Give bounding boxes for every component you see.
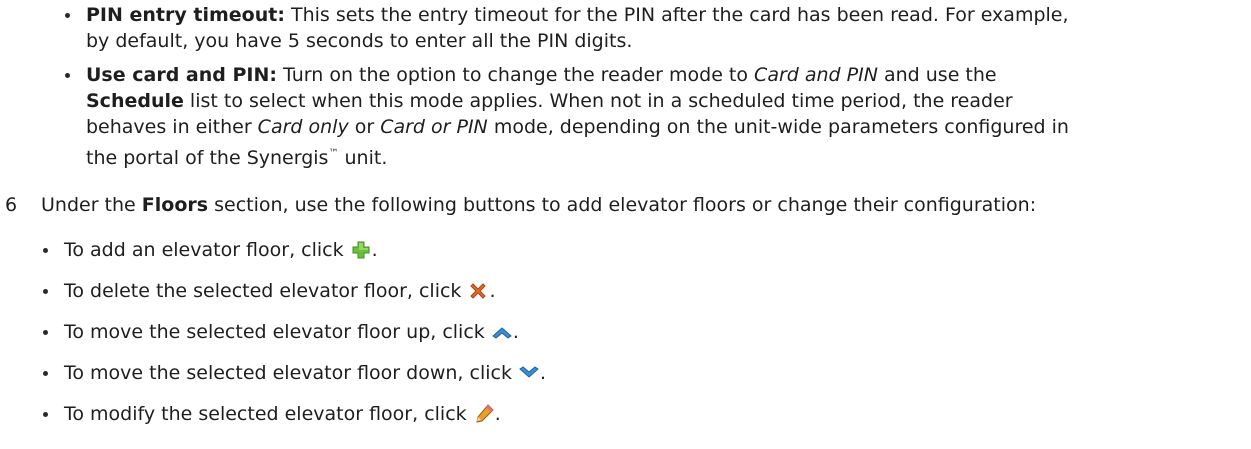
period: . xyxy=(512,321,519,343)
text-run: mode, depending on the unit-wide paramet… xyxy=(487,116,1069,138)
bullet-dot xyxy=(43,371,48,376)
bullet-dot xyxy=(43,412,48,417)
bullet-dot xyxy=(43,330,48,335)
list-item-move-up: To move the selected elevator floor up, … xyxy=(64,320,519,345)
move-down-icon[interactable] xyxy=(518,362,540,384)
trademark-symbol: ™ xyxy=(328,148,339,159)
list-item-text: To add an elevator floor, click xyxy=(64,239,350,261)
floors-label: Floors xyxy=(141,194,209,216)
bullet-dot xyxy=(65,73,70,78)
text-run: behaves in either xyxy=(86,116,258,138)
step-number: 6 xyxy=(5,194,18,216)
text-run: Turn on the option to change the reader … xyxy=(276,64,755,86)
pin-timeout-title: PIN entry timeout: xyxy=(86,4,285,26)
schedule-label: Schedule xyxy=(86,90,184,112)
use-card-pin-line-4: the portal of the Synergis™ unit. xyxy=(86,141,387,171)
pin-timeout-text: This sets the entry timeout for the PIN … xyxy=(284,4,1069,26)
bullet-dot xyxy=(43,248,48,253)
list-item-text: To delete the selected elevator floor, c… xyxy=(64,280,468,302)
bullet-dot xyxy=(43,289,48,294)
period: . xyxy=(494,403,501,425)
text-run: and use the xyxy=(877,64,997,86)
step-6-text: Under the Floors section, use the follow… xyxy=(41,193,1036,218)
pin-timeout-line-1: PIN entry timeout: This sets the entry t… xyxy=(86,3,1069,28)
mode-card-and-pin: Card and PIN xyxy=(754,64,878,86)
list-item-delete: To delete the selected elevator floor, c… xyxy=(64,279,496,304)
period: . xyxy=(371,239,378,261)
use-card-pin-line-2: Schedule list to select when this mode a… xyxy=(86,89,1013,114)
list-item-move-down: To move the selected elevator floor down… xyxy=(64,361,546,386)
use-card-pin-title: Use card and PIN: xyxy=(86,64,277,86)
edit-icon[interactable] xyxy=(473,403,495,425)
bullet-dot xyxy=(65,13,70,18)
mode-card-or-pin: Card or PIN xyxy=(380,116,488,138)
list-item-edit: To modify the selected elevator floor, c… xyxy=(64,402,501,427)
text-run: unit. xyxy=(338,147,388,169)
text-run: the portal of the Synergis xyxy=(86,147,329,169)
text-run: list to select when this mode applies. W… xyxy=(183,90,1013,112)
list-item-text: To move the selected elevator floor up, … xyxy=(64,321,491,343)
move-up-icon[interactable] xyxy=(491,321,513,343)
text-run: or xyxy=(348,116,381,138)
pin-timeout-text-cont: by default, you have 5 seconds to enter … xyxy=(86,30,633,52)
add-icon[interactable] xyxy=(350,239,372,261)
period: . xyxy=(489,280,496,302)
use-card-pin-line-3: behaves in either Card only or Card or P… xyxy=(86,115,1069,140)
pin-timeout-line-2: by default, you have 5 seconds to enter … xyxy=(86,29,632,54)
delete-icon[interactable] xyxy=(467,280,489,302)
text-run: Under the xyxy=(41,194,142,216)
mode-card-only: Card only xyxy=(257,116,349,138)
text-run: section, use the following buttons to ad… xyxy=(208,194,1037,216)
list-item-text: To modify the selected elevator floor, c… xyxy=(64,403,473,425)
list-item-add: To add an elevator floor, click . xyxy=(64,238,378,263)
period: . xyxy=(540,362,547,384)
list-item-text: To move the selected elevator floor down… xyxy=(64,362,518,384)
use-card-pin-line-1: Use card and PIN: Turn on the option to … xyxy=(86,63,997,88)
